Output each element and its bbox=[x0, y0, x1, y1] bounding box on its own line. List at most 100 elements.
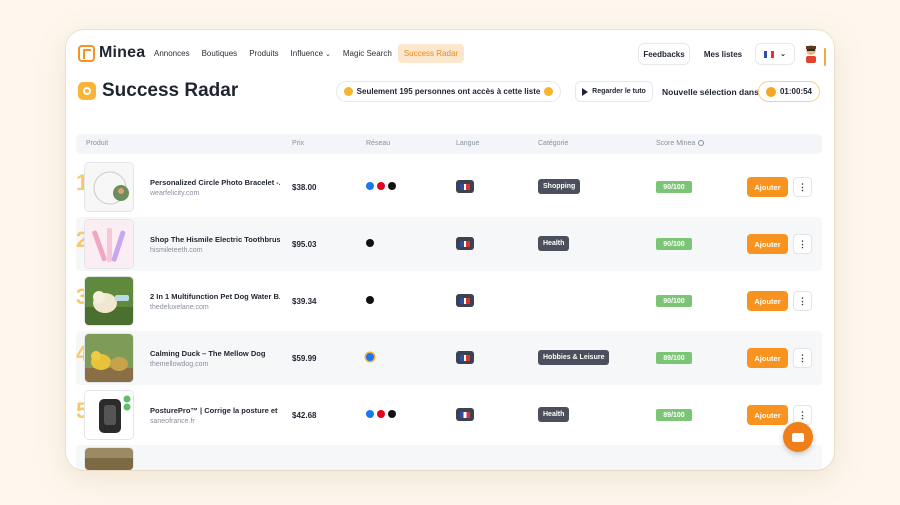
minea-logo[interactable]: Minea bbox=[78, 44, 145, 62]
product-image[interactable] bbox=[84, 219, 134, 269]
uk-flag-icon bbox=[456, 351, 474, 364]
play-icon bbox=[582, 87, 589, 96]
facebook-icon bbox=[366, 353, 374, 361]
product-domain[interactable]: wearfelicity.com bbox=[150, 190, 199, 197]
product-domain[interactable]: themellowdog.com bbox=[150, 361, 208, 368]
category-badge: Health bbox=[538, 407, 570, 422]
nav-success-radar[interactable]: Success Radar bbox=[397, 44, 465, 63]
france-flag-icon bbox=[456, 408, 474, 421]
network-icons bbox=[366, 182, 396, 190]
col-language: Langue bbox=[456, 140, 480, 147]
app-name: Minea bbox=[99, 44, 146, 61]
nav-produits[interactable]: Produits bbox=[243, 44, 284, 63]
nav-boutiques[interactable]: Boutiques bbox=[196, 44, 244, 63]
table-row[interactable]: 2 Shop The Hismile Electric Toothbrus...… bbox=[76, 217, 822, 271]
more-options-button[interactable]: ⋮ bbox=[793, 291, 812, 311]
divider bbox=[824, 48, 826, 66]
product-domain[interactable]: hismileteeth.com bbox=[150, 247, 203, 254]
col-category: Catégorie bbox=[538, 140, 569, 147]
category-badge: Shopping bbox=[538, 179, 581, 194]
chat-button[interactable] bbox=[783, 422, 813, 452]
more-options-button[interactable]: ⋮ bbox=[793, 234, 812, 254]
nav-magic-search[interactable]: Magic Search bbox=[337, 44, 398, 63]
chat-icon bbox=[792, 432, 804, 442]
product-price: $38.00 bbox=[292, 183, 317, 192]
countdown-timer: 01:00:54 bbox=[758, 81, 820, 102]
uk-flag-icon bbox=[456, 294, 474, 307]
coin-icon bbox=[544, 87, 554, 96]
network-icons bbox=[366, 239, 374, 247]
my-lists-button[interactable]: Mes listes bbox=[696, 43, 750, 65]
product-name[interactable]: PosturePro™ | Corrige la posture et s... bbox=[150, 406, 280, 415]
facebook-icon bbox=[366, 182, 374, 190]
score-badge: 89/100 bbox=[656, 352, 692, 364]
radar-icon bbox=[78, 82, 96, 100]
watch-tutorial-button[interactable]: Regarder le tuto bbox=[575, 81, 653, 102]
france-flag-icon bbox=[764, 50, 775, 58]
nav-influence-label: Influence bbox=[290, 49, 324, 58]
category-badge: Hobbies & Leisure bbox=[538, 350, 610, 365]
products-table: Produit Prix Réseau Langue Catégorie Sco… bbox=[76, 134, 822, 470]
product-image[interactable] bbox=[84, 276, 134, 326]
next-selection-label: Nouvelle sélection dans: bbox=[662, 87, 762, 97]
product-name[interactable]: 2 In 1 Multifunction Pet Dog Water B... bbox=[150, 292, 280, 301]
app-window: Minea Annonces Boutiques Produits Influe… bbox=[66, 30, 834, 470]
col-price: Prix bbox=[292, 140, 305, 147]
feedbacks-button[interactable]: Feedbacks bbox=[638, 43, 690, 65]
network-icons bbox=[366, 353, 374, 361]
more-options-button[interactable]: ⋮ bbox=[793, 348, 812, 368]
countdown-value: 01:00:54 bbox=[779, 87, 813, 96]
more-options-button[interactable]: ⋮ bbox=[793, 177, 812, 197]
minea-logo-icon bbox=[78, 44, 95, 62]
product-image[interactable] bbox=[84, 447, 134, 470]
table-header: Produit Prix Réseau Langue Catégorie Sco… bbox=[76, 134, 822, 154]
facebook-icon bbox=[366, 410, 374, 418]
user-avatar[interactable] bbox=[803, 43, 819, 63]
col-network: Réseau bbox=[366, 140, 391, 147]
table-row[interactable]: 4 Calming Duck – The Mellow Dog themello… bbox=[76, 331, 822, 385]
product-name[interactable]: Calming Duck – The Mellow Dog bbox=[150, 349, 280, 358]
add-button[interactable]: Ajouter bbox=[747, 177, 788, 197]
score-badge: 90/100 bbox=[656, 181, 692, 193]
watch-tutorial-label: Regarder le tuto bbox=[592, 88, 646, 95]
language-select[interactable]: ⌄ bbox=[755, 43, 795, 65]
uk-flag-icon bbox=[456, 180, 474, 193]
add-button[interactable]: Ajouter bbox=[747, 405, 788, 425]
product-price: $59.99 bbox=[292, 354, 317, 363]
category-badge: Health bbox=[538, 236, 570, 251]
product-domain[interactable]: thedeluxelane.com bbox=[150, 304, 209, 311]
product-image[interactable] bbox=[84, 333, 134, 383]
product-name[interactable]: Shop The Hismile Electric Toothbrus... bbox=[150, 235, 280, 244]
info-icon[interactable] bbox=[698, 140, 705, 147]
nav-links: Annonces Boutiques Produits Influence ⌄ M… bbox=[148, 44, 465, 63]
product-domain[interactable]: saneofrance.fr bbox=[150, 418, 195, 425]
add-button[interactable]: Ajouter bbox=[747, 234, 788, 254]
pinterest-icon bbox=[377, 410, 385, 418]
product-name[interactable]: Personalized Circle Photo Bracelet -... bbox=[150, 178, 280, 187]
add-button[interactable]: Ajouter bbox=[747, 291, 788, 311]
network-icons bbox=[366, 410, 396, 418]
table-row[interactable]: 3 2 In 1 Multifunction Pet Dog Water B..… bbox=[76, 274, 822, 328]
tiktok-icon bbox=[366, 239, 374, 247]
col-score: Score Minea bbox=[656, 140, 705, 147]
nav-annonces[interactable]: Annonces bbox=[148, 44, 196, 63]
tiktok-icon bbox=[388, 182, 396, 190]
network-icons bbox=[366, 296, 374, 304]
chevron-down-icon: ⌄ bbox=[325, 51, 331, 58]
add-button[interactable]: Ajouter bbox=[747, 348, 788, 368]
access-notice: Seulement 195 personnes ont accès à cett… bbox=[336, 81, 561, 102]
pinterest-icon bbox=[377, 182, 385, 190]
nav-influence[interactable]: Influence ⌄ bbox=[285, 44, 337, 63]
top-nav: Minea Annonces Boutiques Produits Influe… bbox=[66, 30, 834, 78]
table-row[interactable]: 1 Personalized Circle Photo Bracelet -..… bbox=[76, 160, 822, 214]
page-title: Success Radar bbox=[102, 80, 239, 101]
score-badge: 90/100 bbox=[656, 238, 692, 250]
timer-icon bbox=[765, 86, 776, 97]
access-notice-text: Seulement 195 personnes ont accès à cett… bbox=[356, 87, 541, 96]
product-price: $39.34 bbox=[292, 297, 317, 306]
product-image[interactable] bbox=[84, 162, 134, 212]
tiktok-icon bbox=[388, 410, 396, 418]
product-image[interactable] bbox=[84, 390, 134, 440]
table-row[interactable] bbox=[76, 445, 822, 470]
table-row[interactable]: 5 PosturePro™ | Corrige la posture et s.… bbox=[76, 388, 822, 442]
